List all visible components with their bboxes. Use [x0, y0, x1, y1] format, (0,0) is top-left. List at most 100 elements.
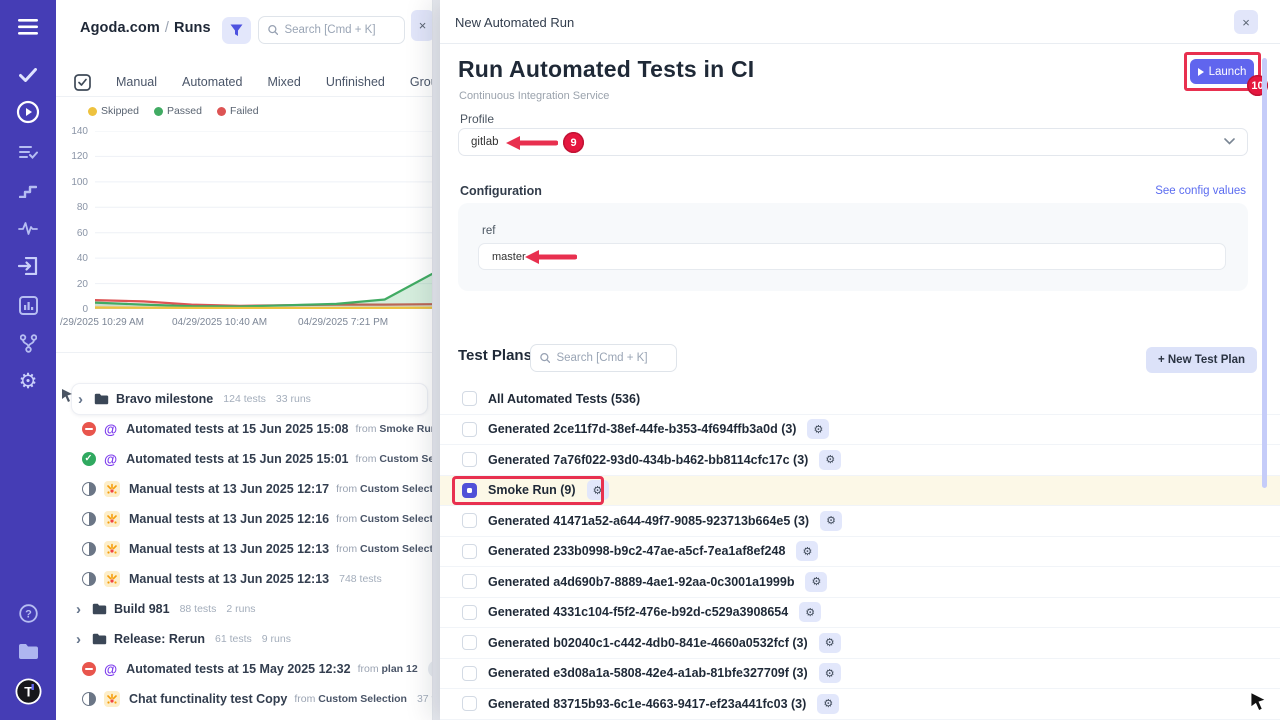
run-tag-badge[interactable]: ⚙test — [428, 660, 433, 678]
page-subtitle: Continuous Integration Service — [459, 90, 609, 102]
folder-icon[interactable] — [0, 636, 56, 666]
avatar-T[interactable]: T — [0, 676, 56, 706]
gear-icon[interactable]: ⚙ — [805, 572, 827, 592]
gear-icon[interactable]: ⚙ — [817, 694, 839, 714]
checkbox[interactable] — [462, 391, 477, 406]
checkbox[interactable] — [462, 513, 477, 528]
breadcrumb[interactable]: Agoda.com/Runs — [80, 20, 211, 36]
list-check-icon[interactable] — [0, 137, 56, 167]
sign-in-icon[interactable] — [0, 251, 56, 281]
test-plan-row[interactable]: Generated b02040c1-c442-4db0-841e-4660a0… — [440, 628, 1280, 659]
checkbox[interactable] — [462, 422, 477, 437]
tab-unfinished[interactable]: Unfinished — [326, 75, 385, 89]
test-plan-row[interactable]: Smoke Run (9)⚙ — [440, 476, 1280, 507]
checkbox[interactable] — [462, 544, 477, 559]
select-runs-icon[interactable] — [74, 74, 91, 91]
checkbox[interactable] — [462, 574, 477, 589]
launch-button[interactable]: Launch — [1190, 59, 1254, 84]
test-plan-row[interactable]: Generated 83715b93-6c1e-4663-9417-ef23a4… — [440, 689, 1280, 720]
run-row-content: @Automated tests at 15 Jun 2025 15:08fro… — [56, 420, 433, 438]
filter-button[interactable] — [222, 17, 251, 44]
search-icon — [268, 24, 278, 36]
chevron-right-icon[interactable]: › — [76, 631, 92, 648]
git-branch-icon[interactable] — [0, 328, 56, 358]
status-progress-icon — [82, 692, 96, 706]
tab-mixed[interactable]: Mixed — [267, 75, 300, 89]
close-icon[interactable]: × — [1234, 10, 1258, 34]
checkbox[interactable] — [462, 666, 477, 681]
test-plan-label: Generated b02040c1-c442-4db0-841e-4660a0… — [488, 636, 808, 650]
gear-icon[interactable]: ⚙ — [819, 633, 841, 653]
tab-manual[interactable]: Manual — [116, 75, 157, 89]
run-row[interactable]: @Automated tests at 15 Jun 2025 15:08fro… — [56, 414, 433, 444]
test-plan-row[interactable]: Generated 233b0998-b9c2-47ae-a5cf-7ea1af… — [440, 537, 1280, 568]
profile-select[interactable]: gitlab 9 — [458, 128, 1248, 156]
gear-icon[interactable]: ⚙ — [796, 541, 818, 561]
run-from: from Custom Selection — [294, 693, 407, 705]
steps-icon[interactable] — [0, 175, 56, 205]
checkbox[interactable] — [462, 696, 477, 711]
run-tests-count: 37 tests — [417, 693, 433, 705]
checkbox[interactable] — [462, 635, 477, 650]
legend-label: Passed — [167, 105, 202, 117]
play-circle-icon[interactable] — [0, 97, 56, 127]
run-row[interactable]: @Automated tests at 15 Jun 2025 15:01fro… — [56, 444, 433, 474]
gear-icon[interactable]: ⚙ — [587, 480, 609, 500]
gear-icon[interactable]: ⚙ — [820, 511, 842, 531]
test-plan-label: Generated 83715b93-6c1e-4663-9417-ef23a4… — [488, 697, 806, 711]
run-row[interactable]: Manual tests at 13 Jun 2025 12:13748 tes… — [56, 564, 433, 594]
tab-automated[interactable]: Automated — [182, 75, 242, 89]
run-row-content: Chat functinality test Copyfrom Custom S… — [56, 691, 433, 707]
ref-field[interactable] — [478, 243, 1226, 270]
gear-icon[interactable]: ⚙ — [819, 663, 841, 683]
test-plan-row[interactable]: Generated a4d690b7-8889-4ae1-92aa-0c3001… — [440, 567, 1280, 598]
automated-run-icon: @ — [104, 452, 117, 467]
run-row[interactable]: Chat functinality test Copyfrom Custom S… — [56, 684, 433, 714]
test-plans-search[interactable] — [530, 344, 677, 372]
test-plan-row[interactable]: Generated 2ce11f7d-38ef-44fe-b353-4f694f… — [440, 415, 1280, 446]
gear-icon[interactable]: ⚙ — [0, 366, 56, 396]
manual-run-icon — [104, 541, 120, 557]
run-from-source: Custom Selection — [379, 453, 433, 465]
menu-icon[interactable] — [0, 12, 56, 42]
checkbox-checked[interactable] — [462, 483, 477, 498]
folder-name: Bravo milestone — [116, 392, 213, 406]
help-icon[interactable]: ? — [0, 598, 56, 628]
runs-search[interactable] — [258, 16, 405, 44]
runs-folder-row[interactable]: ›Release: Rerun61 tests9 runs — [56, 624, 433, 654]
bar-chart-icon[interactable] — [0, 290, 56, 320]
scrollbar-thumb[interactable] — [1262, 58, 1267, 488]
chevron-right-icon[interactable]: › — [78, 391, 94, 408]
run-row[interactable]: @Automated tests at 15 May 2025 12:32fro… — [56, 654, 433, 684]
run-title: Manual tests at 13 Jun 2025 12:13 — [129, 542, 329, 556]
runs-list: ›Bravo milestone124 tests33 runs@Automat… — [56, 384, 433, 714]
check-icon[interactable] — [0, 60, 56, 90]
checkbox[interactable] — [462, 452, 477, 467]
gear-icon[interactable]: ⚙ — [807, 419, 829, 439]
configuration-box: ref — [458, 203, 1248, 291]
see-config-values-link[interactable]: See config values — [1155, 185, 1246, 197]
checkbox[interactable] — [462, 605, 477, 620]
tab-groups[interactable]: Groups — [410, 75, 433, 89]
runs-folder-row[interactable]: ›Build 98188 tests2 runs — [56, 594, 433, 624]
runs-panel: Agoda.com/Runs × Manual Automated Mixed Unf… — [56, 0, 433, 720]
test-plan-row[interactable]: Generated 4331c104-f5f2-476e-b92d-c529a3… — [440, 598, 1280, 629]
y-tick-0: 0 — [58, 304, 88, 315]
activity-icon[interactable] — [0, 213, 56, 243]
runs-search-input[interactable] — [284, 24, 395, 36]
gear-icon[interactable]: ⚙ — [819, 450, 841, 470]
run-row[interactable]: Manual tests at 13 Jun 2025 12:17from Cu… — [56, 474, 433, 504]
test-plans-search-input[interactable] — [556, 352, 667, 364]
gear-icon[interactable]: ⚙ — [799, 602, 821, 622]
close-icon[interactable]: × — [411, 10, 433, 41]
new-test-plan-button[interactable]: + New Test Plan — [1146, 347, 1257, 373]
run-row[interactable]: Manual tests at 13 Jun 2025 12:16from Cu… — [56, 504, 433, 534]
chevron-right-icon[interactable]: › — [76, 601, 92, 618]
runs-folder-row[interactable]: ›Bravo milestone124 tests33 runs — [72, 384, 427, 414]
run-row[interactable]: Manual tests at 13 Jun 2025 12:13from Cu… — [56, 534, 433, 564]
breadcrumb-project[interactable]: Agoda.com — [80, 20, 160, 36]
test-plan-row[interactable]: Generated e3d08a1a-5808-42e4-a1ab-81bfe3… — [440, 659, 1280, 690]
test-plan-row[interactable]: All Automated Tests (536) — [440, 384, 1280, 415]
test-plan-row[interactable]: Generated 41471a52-a644-49f7-9085-923713… — [440, 506, 1280, 537]
test-plan-row[interactable]: Generated 7a76f022-93d0-434b-b462-bb8114… — [440, 445, 1280, 476]
